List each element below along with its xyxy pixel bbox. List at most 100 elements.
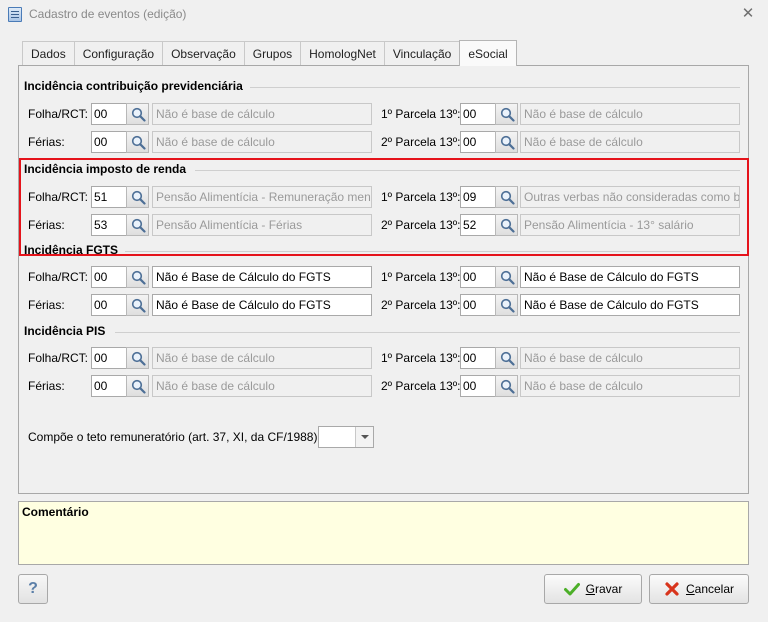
cancel-label: Cancelar	[685, 582, 735, 596]
code-input-left[interactable]: 00	[91, 375, 127, 397]
search-icon	[131, 135, 146, 150]
code-input-right[interactable]: 00	[460, 294, 496, 316]
section-title-previdenciaria: Incidência contribuição previdenciária	[24, 79, 243, 93]
app-icon	[8, 7, 22, 22]
search-button[interactable]	[126, 131, 149, 153]
description-field: Não é Base de Cálculo do FGTS	[520, 294, 740, 316]
code-input-right[interactable]: 00	[460, 347, 496, 369]
teto-label: Compõe o teto remuneratório (art. 37, XI…	[28, 430, 318, 444]
description-field: Pensão Alimentícia - Remuneração mensal	[152, 186, 372, 208]
field-label: 1º Parcela 13º:	[381, 270, 461, 284]
field-label: 1º Parcela 13º:	[381, 107, 461, 121]
description-field: Outras verbas não consideradas como base…	[520, 186, 740, 208]
search-icon	[131, 107, 146, 122]
description-field: Não é Base de Cálculo do FGTS	[152, 294, 372, 316]
code-input-right[interactable]: 00	[460, 131, 496, 153]
search-button[interactable]	[126, 294, 149, 316]
search-button[interactable]	[126, 375, 149, 397]
description-field: Não é base de cálculo	[520, 375, 740, 397]
section-title-fgts: Incidência FGTS	[24, 243, 119, 257]
code-input-left[interactable]: 00	[91, 131, 127, 153]
title-bar: Cadastro de eventos (edição) ✕	[0, 0, 768, 30]
section-divider	[115, 332, 740, 333]
search-button[interactable]	[495, 186, 518, 208]
description-field: Não é base de cálculo	[520, 131, 740, 153]
search-button[interactable]	[495, 103, 518, 125]
description-field: Não é base de cálculo	[520, 347, 740, 369]
tab-homolognet[interactable]: HomologNet	[300, 41, 384, 65]
field-label: 2º Parcela 13º:	[381, 379, 461, 393]
field-label: Folha/RCT:	[28, 190, 89, 204]
search-button[interactable]	[126, 266, 149, 288]
field-label: Férias:	[28, 218, 65, 232]
code-input-left[interactable]: 53	[91, 214, 127, 236]
description-field: Não é Base de Cálculo do FGTS	[520, 266, 740, 288]
comment-box[interactable]: Comentário	[18, 501, 749, 565]
chevron-down-icon[interactable]	[355, 427, 373, 447]
code-input-left[interactable]: 00	[91, 266, 127, 288]
search-button[interactable]	[495, 294, 518, 316]
window-title: Cadastro de eventos (edição)	[29, 7, 187, 21]
search-icon	[131, 218, 146, 233]
field-label: 2º Parcela 13º:	[381, 218, 461, 232]
search-button[interactable]	[126, 186, 149, 208]
section-title-imposto_renda: Incidência imposto de renda	[24, 162, 187, 176]
search-icon	[131, 351, 146, 366]
tab-configuracao[interactable]: Configuração	[73, 41, 163, 65]
code-input-right[interactable]: 52	[460, 214, 496, 236]
tab-dados[interactable]: Dados	[22, 41, 74, 65]
search-button[interactable]	[495, 131, 518, 153]
search-icon	[500, 107, 515, 122]
comment-label: Comentário	[22, 505, 89, 519]
search-button[interactable]	[495, 214, 518, 236]
description-field: Não é Base de Cálculo do FGTS	[152, 266, 372, 288]
section-divider	[250, 87, 740, 88]
code-input-right[interactable]: 09	[460, 186, 496, 208]
cross-icon	[665, 582, 679, 596]
search-button[interactable]	[126, 214, 149, 236]
save-label: Gravar	[585, 582, 623, 596]
code-input-right[interactable]: 00	[460, 375, 496, 397]
field-label: Folha/RCT:	[28, 107, 89, 121]
close-icon[interactable]: ✕	[741, 6, 755, 21]
field-label: Folha/RCT:	[28, 270, 89, 284]
search-icon	[131, 298, 146, 313]
search-icon	[131, 190, 146, 205]
code-input-left[interactable]: 00	[91, 103, 127, 125]
code-input-left[interactable]: 51	[91, 186, 127, 208]
search-icon	[500, 190, 515, 205]
search-icon	[500, 351, 515, 366]
description-field: Não é base de cálculo	[152, 131, 372, 153]
field-label: 2º Parcela 13º:	[381, 298, 461, 312]
field-label: Folha/RCT:	[28, 351, 89, 365]
tab-strip: Dados Configuração Observação Grupos Hom…	[22, 40, 517, 66]
code-input-left[interactable]: 00	[91, 294, 127, 316]
help-button[interactable]: ?	[18, 574, 48, 604]
search-button[interactable]	[495, 347, 518, 369]
search-button[interactable]	[126, 347, 149, 369]
search-icon	[500, 135, 515, 150]
cancel-button[interactable]: Cancelar	[649, 574, 749, 604]
checkmark-icon	[563, 583, 580, 596]
field-label: Férias:	[28, 135, 65, 149]
description-field: Pensão Alimentícia - 13° salário	[520, 214, 740, 236]
tab-vinculacao[interactable]: Vinculação	[383, 41, 460, 65]
field-label: 1º Parcela 13º:	[381, 351, 461, 365]
code-input-left[interactable]: 00	[91, 347, 127, 369]
search-button[interactable]	[495, 375, 518, 397]
description-field: Não é base de cálculo	[152, 375, 372, 397]
code-input-right[interactable]: 00	[460, 266, 496, 288]
tab-esocial[interactable]: eSocial	[459, 40, 517, 66]
search-button[interactable]	[126, 103, 149, 125]
field-label: Férias:	[28, 298, 65, 312]
field-label: 2º Parcela 13º:	[381, 135, 461, 149]
description-field: Pensão Alimentícia - Férias	[152, 214, 372, 236]
search-button[interactable]	[495, 266, 518, 288]
tab-observacao[interactable]: Observação	[162, 41, 244, 65]
tab-grupos[interactable]: Grupos	[243, 41, 301, 65]
code-input-right[interactable]: 00	[460, 103, 496, 125]
save-button[interactable]: Gravar	[544, 574, 642, 604]
field-label: Férias:	[28, 379, 65, 393]
section-divider	[195, 170, 740, 171]
teto-select[interactable]	[318, 426, 374, 448]
